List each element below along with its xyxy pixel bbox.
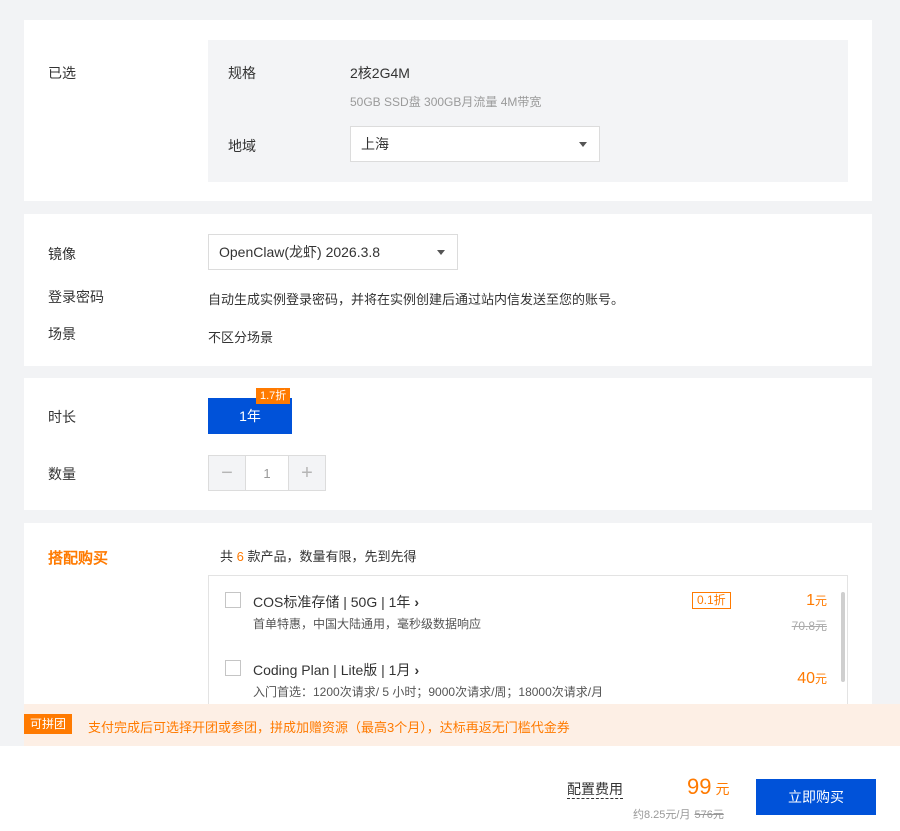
product-name: COS标准存储 | 50G | 1年 xyxy=(253,594,411,610)
caret-down-icon xyxy=(579,142,587,147)
config-card: 镜像 OpenClaw(龙虾) 2026.3.8 登录密码 自动生成实例登录密码… xyxy=(24,214,872,366)
scene-value: 不区分场景 xyxy=(208,330,274,345)
image-select[interactable]: OpenClaw(龙虾) 2026.3.8 xyxy=(208,234,458,270)
scene-label: 场景 xyxy=(48,326,76,342)
spec-value: 2核2G4M xyxy=(350,65,410,81)
quantity-stepper: − 1 + xyxy=(208,455,326,491)
product-name: Coding Plan | Lite版 | 1月 xyxy=(253,662,411,678)
caret-down-icon xyxy=(437,250,445,255)
selected-spec-card: 已选 规格 2核2G4M 50GB SSD盘 300GB月流量 4M带宽 地域 … xyxy=(24,20,872,201)
discount-tag: 0.1折 xyxy=(692,592,731,609)
selected-label: 已选 xyxy=(48,65,76,81)
product-price: 1元 xyxy=(806,592,827,610)
quantity-label: 数量 xyxy=(48,466,76,482)
product-price: 40元 xyxy=(797,670,827,688)
bundle-count-number: 6 xyxy=(236,549,244,564)
region-label: 地域 xyxy=(228,138,256,154)
minus-icon[interactable]: − xyxy=(209,456,245,490)
quantity-value[interactable]: 1 xyxy=(245,456,289,490)
total-price-unit: 元 xyxy=(715,781,730,797)
password-label: 登录密码 xyxy=(48,289,104,305)
product-desc: 入门首选：1200次请求/ 5 小时；9000次请求/周；18000次请求/月 xyxy=(253,685,604,699)
bundle-checkbox[interactable] xyxy=(225,660,241,676)
group-buy-banner: 可拼团 支付完成后可选择开团或参团，拼成加赠资源（最高3个月），达标再返无门槛代… xyxy=(24,704,900,746)
password-text: 自动生成实例登录密码，并将在实例创建后通过站内信发送至您的账号。 xyxy=(208,292,625,307)
bundle-count-prefix: 共 xyxy=(220,549,234,564)
spec-detail: 50GB SSD盘 300GB月流量 4M带宽 xyxy=(350,95,542,109)
image-label: 镜像 xyxy=(48,246,76,262)
product-price-unit: 元 xyxy=(814,672,827,686)
group-buy-tag: 可拼团 xyxy=(24,714,73,734)
bundle-checkbox[interactable] xyxy=(225,592,241,608)
bundle-title: 搭配购买 xyxy=(48,550,109,567)
price-detail: 约8.25元/月 576元 xyxy=(633,806,724,822)
product-original-price: 70.8元 xyxy=(791,619,827,633)
duration-label: 时长 xyxy=(48,409,76,425)
list-item: COS标准存储 | 50G | 1年 › 首单特惠，中国大陆通用，毫秒级数据响应 … xyxy=(209,576,847,642)
product-desc: 首单特惠，中国大陆通用，毫秒级数据响应 xyxy=(253,617,482,631)
product-name-link[interactable]: Coding Plan | Lite版 | 1月 › xyxy=(253,660,419,680)
fee-label[interactable]: 配置费用 xyxy=(567,780,623,799)
buy-now-button[interactable]: 立即购买 xyxy=(756,779,876,815)
region-select[interactable]: 上海 xyxy=(350,126,600,162)
bundle-count: 共 6 款产品，数量有限，先到先得 xyxy=(220,546,417,565)
plus-icon[interactable]: + xyxy=(289,456,325,490)
chevron-right-icon: › xyxy=(414,594,420,610)
image-select-value: OpenClaw(龙虾) 2026.3.8 xyxy=(219,244,381,260)
group-buy-text: 支付完成后可选择开团或参团，拼成加赠资源（最高3个月），达标再返无门槛代金券 xyxy=(88,720,570,735)
total-price-value: 99 xyxy=(687,774,712,799)
bundle-list: COS标准存储 | 50G | 1年 › 首单特惠，中国大陆通用，毫秒级数据响应 … xyxy=(208,575,848,723)
purchase-card: 时长 1年 1.7折 数量 − 1 + xyxy=(24,378,872,510)
product-price-unit: 元 xyxy=(814,594,827,608)
product-name-link[interactable]: COS标准存储 | 50G | 1年 › xyxy=(253,592,419,612)
product-price-value: 1 xyxy=(806,592,815,609)
checkout-footer: 配置费用 99 元 约8.25元/月 576元 立即购买 xyxy=(0,746,900,831)
scrollbar[interactable] xyxy=(841,592,845,682)
spec-label: 规格 xyxy=(228,65,256,81)
discount-badge: 1.7折 xyxy=(256,388,291,404)
product-price-value: 40 xyxy=(797,670,815,687)
chevron-right-icon: › xyxy=(414,662,420,678)
total-price: 99 元 xyxy=(687,774,729,800)
monthly-price: 约8.25元/月 xyxy=(633,809,691,821)
list-item: Coding Plan | Lite版 | 1月 › 入门首选：1200次请求/ … xyxy=(209,644,847,710)
spec-box: 规格 2核2G4M 50GB SSD盘 300GB月流量 4M带宽 地域 上海 xyxy=(208,40,848,182)
region-select-value: 上海 xyxy=(361,136,389,152)
bundle-count-suffix: 款产品，数量有限，先到先得 xyxy=(247,549,417,564)
bundle-card: 搭配购买 共 6 款产品，数量有限，先到先得 COS标准存储 | 50G | 1… xyxy=(24,523,872,723)
original-total-price: 576元 xyxy=(694,809,724,821)
